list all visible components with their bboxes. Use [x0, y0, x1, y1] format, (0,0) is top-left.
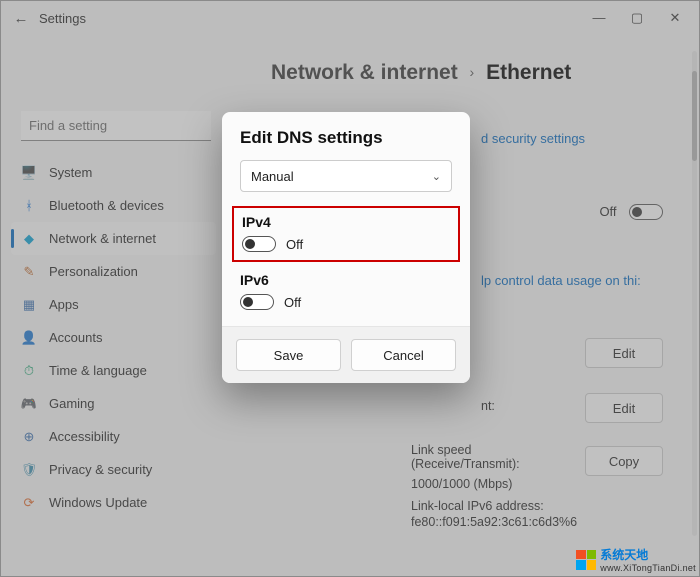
sidebar-item-label: Network & internet: [49, 231, 156, 246]
sidebar-item-network-internet[interactable]: ◆ Network & internet: [11, 222, 216, 255]
sidebar-item-label: System: [49, 165, 92, 180]
watermark: 系统天地 www.XiTongTianDi.net: [576, 546, 696, 573]
copy-button[interactable]: Copy: [585, 446, 663, 476]
sidebar-item-personalization[interactable]: ✎ Personalization: [11, 255, 216, 288]
search-input[interactable]: Find a setting: [21, 111, 211, 141]
data-usage-hint: lp control data usage on thi:: [481, 273, 641, 288]
link-local-value: fe80::f091:5a92:3c61:c6d3%6: [411, 515, 577, 529]
ipv4-state: Off: [286, 237, 303, 252]
watermark-text: 系统天地: [600, 546, 696, 563]
sidebar-item-label: Time & language: [49, 363, 147, 378]
link-speed-value: 1000/1000 (Mbps): [411, 477, 512, 491]
nav-icon: ✎: [21, 264, 37, 280]
dns-mode-value: Manual: [251, 169, 294, 184]
security-settings-link[interactable]: d security settings: [481, 131, 585, 146]
sidebar-item-privacy-security[interactable]: 🛡 Privacy & security: [11, 453, 216, 486]
save-button[interactable]: Save: [236, 339, 341, 371]
edit-button-2[interactable]: Edit: [585, 393, 663, 423]
maximize-icon[interactable]: ▢: [629, 10, 645, 26]
ipv6-label: IPv6: [240, 272, 452, 288]
sidebar-item-label: Windows Update: [49, 495, 147, 510]
search-placeholder: Find a setting: [29, 118, 107, 133]
ipv4-toggle[interactable]: [242, 236, 276, 252]
nav-icon: ⟳: [21, 495, 37, 511]
edit-dns-dialog: Edit DNS settings Manual ⌄ IPv4 Off IPv6…: [222, 112, 470, 383]
nav-icon: ▦: [21, 297, 37, 313]
sidebar: 🖥️ System ᚼ Bluetooth & devices ◆ Network & i…: [11, 156, 216, 519]
nav-icon: 👤: [21, 330, 37, 346]
sidebar-item-windows-update[interactable]: ⟳ Windows Update: [11, 486, 216, 519]
minimize-icon[interactable]: —: [591, 10, 607, 26]
breadcrumb: Network & internet › Ethernet: [271, 61, 571, 85]
ipv4-label: IPv4: [242, 214, 450, 230]
watermark-logo-icon: [576, 550, 596, 570]
ip-assignment-label: nt:: [481, 399, 495, 413]
nav-icon: 🎮: [21, 396, 37, 412]
nav-icon: 🖥️: [21, 165, 37, 181]
cancel-button[interactable]: Cancel: [351, 339, 456, 371]
chevron-down-icon: ⌄: [432, 170, 441, 183]
metered-off-label: Off: [599, 204, 616, 219]
nav-icon: ⊕: [21, 429, 37, 445]
nav-icon: ◆: [21, 231, 37, 247]
close-icon[interactable]: ✕: [667, 10, 683, 26]
nav-icon: ⏱: [21, 363, 37, 379]
title-bar: ← Settings — ▢ ✕: [1, 1, 699, 35]
sidebar-item-label: Bluetooth & devices: [49, 198, 164, 213]
sidebar-item-bluetooth-devices[interactable]: ᚼ Bluetooth & devices: [11, 189, 216, 222]
edit-button-1[interactable]: Edit: [585, 338, 663, 368]
sidebar-item-label: Accessibility: [49, 429, 120, 444]
dns-mode-dropdown[interactable]: Manual ⌄: [240, 160, 452, 192]
window-title: Settings: [35, 11, 591, 26]
metered-toggle[interactable]: [629, 204, 663, 220]
sidebar-item-system[interactable]: 🖥️ System: [11, 156, 216, 189]
link-speed-label: Link speed (Receive/Transmit):: [411, 443, 531, 471]
sidebar-item-label: Accounts: [49, 330, 102, 345]
nav-icon: ᚼ: [21, 198, 37, 214]
sidebar-item-label: Apps: [49, 297, 79, 312]
link-local-label: Link-local IPv6 address:: [411, 499, 544, 513]
dialog-title: Edit DNS settings: [222, 128, 470, 160]
chevron-right-icon: ›: [470, 64, 475, 80]
breadcrumb-current: Ethernet: [486, 61, 571, 84]
breadcrumb-parent[interactable]: Network & internet: [271, 61, 458, 84]
sidebar-item-label: Privacy & security: [49, 462, 152, 477]
sidebar-item-time-language[interactable]: ⏱ Time & language: [11, 354, 216, 387]
sidebar-item-accounts[interactable]: 👤 Accounts: [11, 321, 216, 354]
ipv6-state: Off: [284, 295, 301, 310]
nav-icon: 🛡: [21, 462, 37, 478]
scrollbar[interactable]: [692, 51, 697, 536]
sidebar-item-label: Gaming: [49, 396, 95, 411]
sidebar-item-label: Personalization: [49, 264, 138, 279]
dialog-footer: Save Cancel: [222, 326, 470, 383]
ipv6-toggle[interactable]: [240, 294, 274, 310]
ipv4-highlight: IPv4 Off: [232, 206, 460, 262]
back-icon[interactable]: ←: [7, 10, 35, 27]
sidebar-item-accessibility[interactable]: ⊕ Accessibility: [11, 420, 216, 453]
sidebar-item-apps[interactable]: ▦ Apps: [11, 288, 216, 321]
watermark-url: www.XiTongTianDi.net: [600, 563, 696, 573]
sidebar-item-gaming[interactable]: 🎮 Gaming: [11, 387, 216, 420]
ipv6-section: IPv6 Off: [222, 270, 470, 318]
